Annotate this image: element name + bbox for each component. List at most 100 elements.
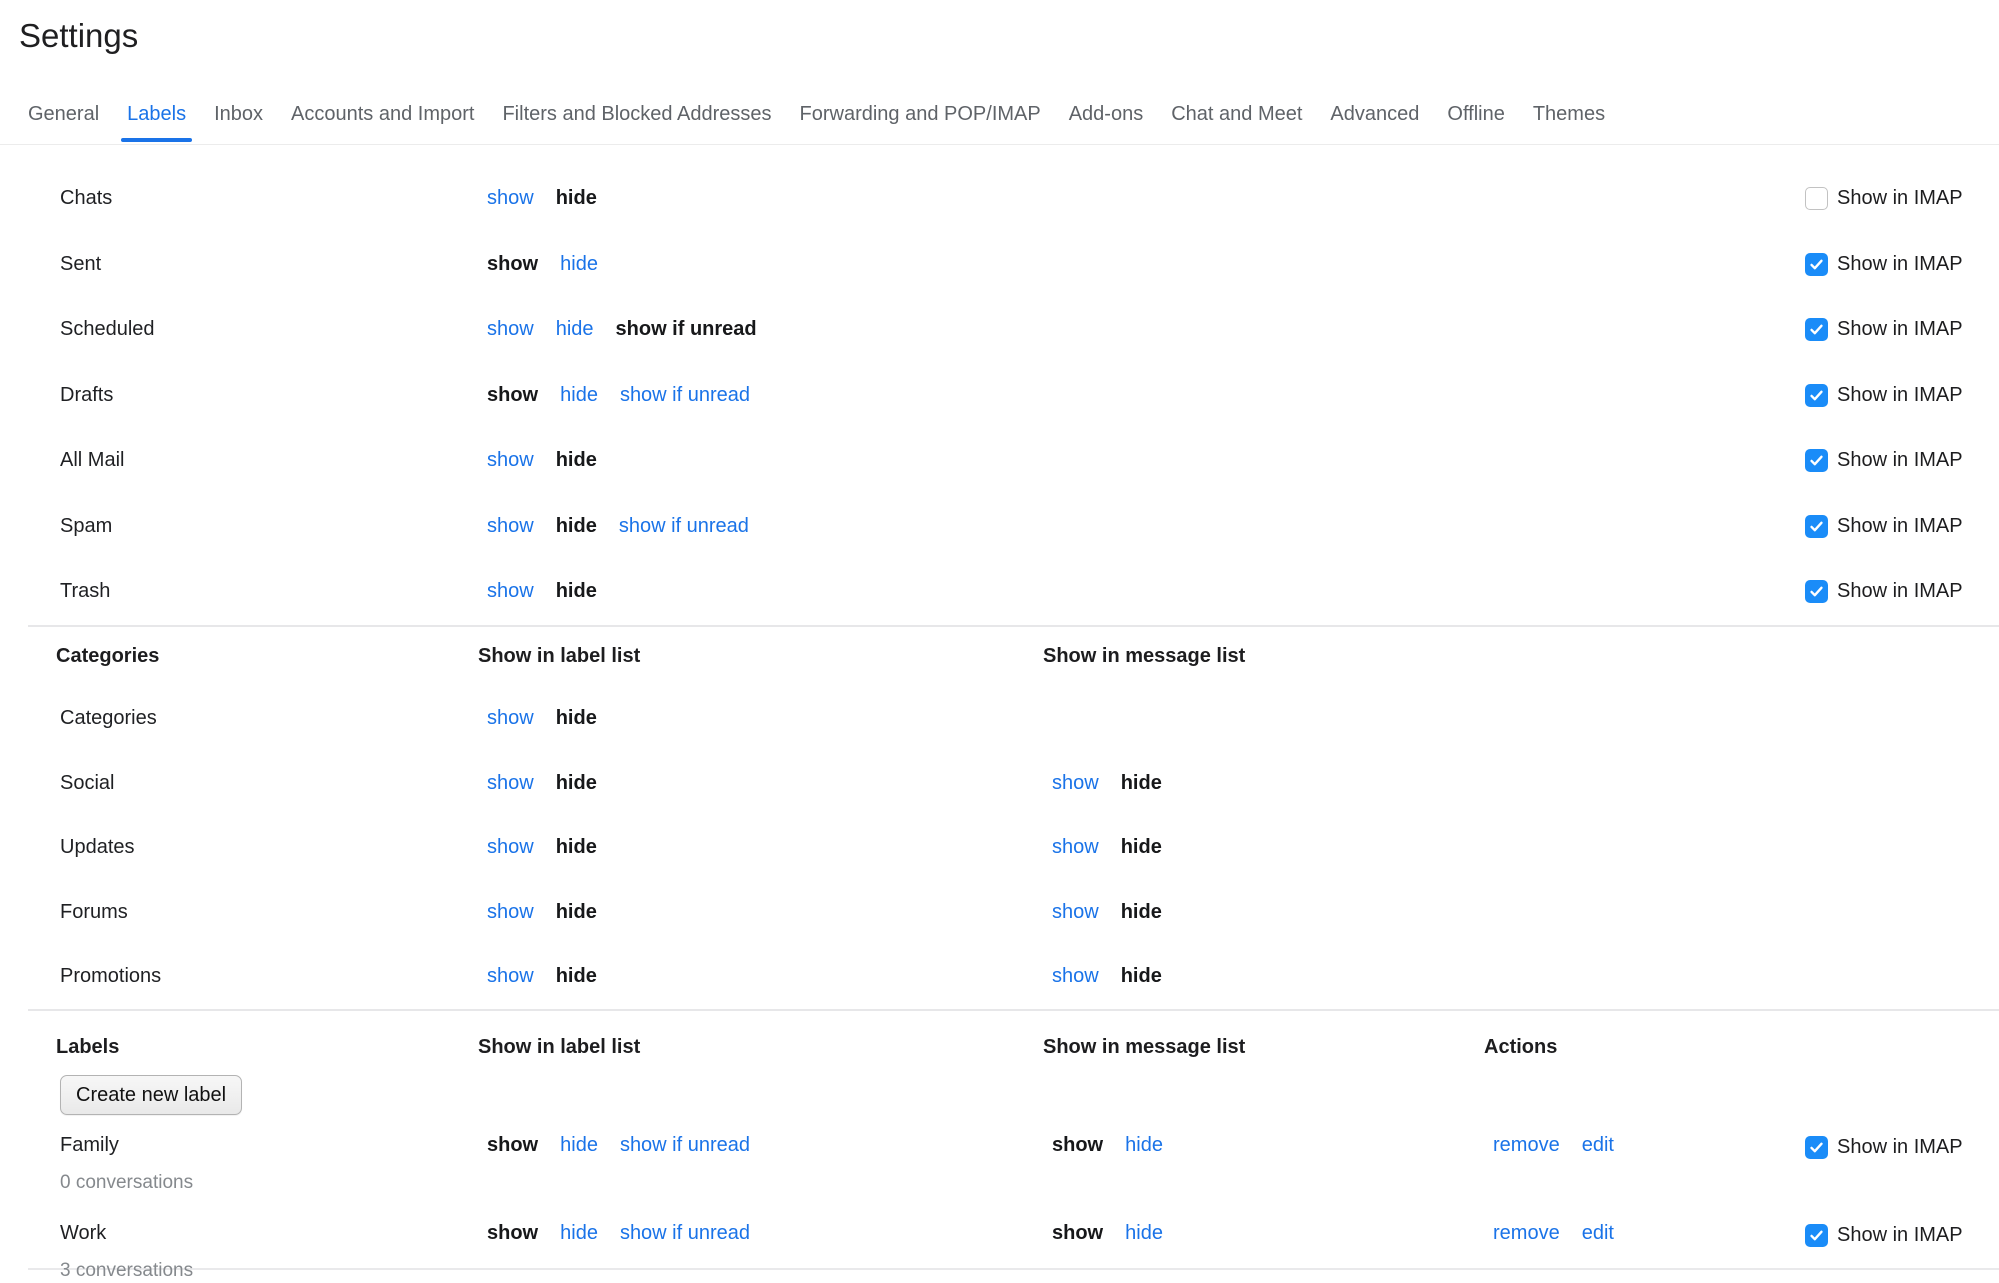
- spam-label-list-show-link[interactable]: show: [487, 515, 534, 538]
- row-label-updates: Updates: [60, 836, 478, 859]
- family-message-list-hide-link[interactable]: hide: [1125, 1131, 1163, 1159]
- tab-general[interactable]: General: [28, 84, 99, 144]
- updates-label-list-hide-selected: hide: [556, 836, 597, 859]
- user-label-row-family: Family0 conversationsshowhideshow if unr…: [0, 1125, 1999, 1195]
- show-in-imap-label: Show in IMAP: [1837, 449, 1963, 472]
- scheduled-label-list-show-link[interactable]: show: [487, 318, 534, 341]
- system-label-row-trash: TrashshowhideShow in IMAP: [0, 559, 1999, 625]
- work-message-list-show-selected: show: [1052, 1219, 1103, 1247]
- category-row-updates: Updatesshowhideshowhide: [0, 816, 1999, 881]
- unchecked-checkbox-icon[interactable]: [1805, 187, 1828, 210]
- system-label-row-all-mail: All MailshowhideShow in IMAP: [0, 428, 1999, 494]
- family-label-list-hide-link[interactable]: hide: [560, 1131, 598, 1159]
- tab-offline[interactable]: Offline: [1447, 84, 1504, 144]
- work-action-remove-link[interactable]: remove: [1493, 1219, 1560, 1247]
- tab-chat-and-meet[interactable]: Chat and Meet: [1171, 84, 1302, 144]
- family-label-list-show-if-unread-link[interactable]: show if unread: [620, 1131, 750, 1159]
- drafts-label-list-show-selected: show: [487, 384, 538, 407]
- family-label-list-show-selected: show: [487, 1131, 538, 1159]
- system-labels-section: ChatsshowhideShow in IMAPSentshowhideSho…: [0, 145, 1999, 625]
- tab-filters-and-blocked-addresses[interactable]: Filters and Blocked Addresses: [502, 84, 771, 144]
- row-label-scheduled: Scheduled: [60, 318, 478, 341]
- family-action-options: remove edit: [1493, 1131, 1805, 1159]
- family-action-edit-link[interactable]: edit: [1582, 1131, 1614, 1159]
- categories-header-title: Categories: [56, 645, 478, 668]
- tab-themes[interactable]: Themes: [1533, 84, 1605, 144]
- work-label-list-hide-link[interactable]: hide: [560, 1219, 598, 1247]
- checked-checkbox-icon[interactable]: [1805, 449, 1828, 472]
- checked-checkbox-icon[interactable]: [1805, 384, 1828, 407]
- spam-label-list-options: showhideshow if unread: [487, 515, 1043, 538]
- spam-label-list-show-if-unread-link[interactable]: show if unread: [619, 515, 749, 538]
- system-label-row-chats: ChatsshowhideShow in IMAP: [0, 166, 1999, 232]
- categories-label-list-show-link[interactable]: show: [487, 707, 534, 730]
- forums-label-list-show-link[interactable]: show: [487, 901, 534, 924]
- drafts-show-in-imap[interactable]: Show in IMAP: [1805, 384, 1999, 407]
- updates-label-list-show-link[interactable]: show: [487, 836, 534, 859]
- system-label-row-drafts: Drafts show hide show if unread Show in IMAP: [0, 363, 1999, 429]
- tab-labels[interactable]: Labels: [127, 84, 186, 144]
- social-message-list-options: showhide: [1052, 772, 1484, 795]
- row-label-drafts: Drafts: [60, 384, 478, 407]
- tab-accounts-and-import[interactable]: Accounts and Import: [291, 84, 474, 144]
- family-show-in-imap[interactable]: Show in IMAP: [1805, 1133, 1999, 1161]
- user-labels-rows: Family0 conversationsshowhideshow if unr…: [0, 1125, 1999, 1283]
- all-mail-label-list-hide-selected: hide: [556, 449, 597, 472]
- updates-message-list-options: showhide: [1052, 836, 1484, 859]
- labels-header-row: Labels Show in label list Show in messag…: [0, 1011, 1999, 1075]
- sent-label-list-options: showhide: [487, 253, 1043, 276]
- tab-forwarding-and-pop-imap[interactable]: Forwarding and POP/IMAP: [800, 84, 1041, 144]
- show-in-imap-label: Show in IMAP: [1837, 515, 1963, 538]
- trash-label-list-show-link[interactable]: show: [487, 580, 534, 603]
- work-label-list-options: showhideshow if unread: [487, 1219, 1043, 1247]
- all-mail-label-list-show-link[interactable]: show: [487, 449, 534, 472]
- family-action-remove-link[interactable]: remove: [1493, 1131, 1560, 1159]
- checked-checkbox-icon[interactable]: [1805, 515, 1828, 538]
- labels-header-actions: Actions: [1484, 1036, 1805, 1059]
- promotions-message-list-show-link[interactable]: show: [1052, 965, 1099, 988]
- scheduled-label-list-hide-link[interactable]: hide: [556, 318, 594, 341]
- promotions-label-list-show-link[interactable]: show: [487, 965, 534, 988]
- forums-label-list-options: showhide: [487, 901, 1043, 924]
- create-new-label-button[interactable]: Create new label: [60, 1075, 242, 1115]
- category-row-categories: Categoriesshowhide: [0, 687, 1999, 752]
- drafts-label-list-show-if-unread-link[interactable]: show if unread: [620, 384, 750, 407]
- labels-settings-panel: ChatsshowhideShow in IMAPSentshowhideSho…: [0, 145, 1999, 1283]
- checked-checkbox-icon[interactable]: [1805, 1224, 1828, 1247]
- updates-message-list-show-link[interactable]: show: [1052, 836, 1099, 859]
- drafts-label-list-hide-link[interactable]: hide: [560, 384, 598, 407]
- spam-show-in-imap[interactable]: Show in IMAP: [1805, 515, 1999, 538]
- work-action-edit-link[interactable]: edit: [1582, 1219, 1614, 1247]
- chats-label-list-show-link[interactable]: show: [487, 187, 534, 210]
- settings-tabs: General Labels Inbox Accounts and Import Fil…: [0, 84, 1999, 145]
- sent-label-list-hide-link[interactable]: hide: [560, 253, 598, 276]
- chats-show-in-imap[interactable]: Show in IMAP: [1805, 187, 1999, 210]
- scheduled-show-in-imap[interactable]: Show in IMAP: [1805, 318, 1999, 341]
- tab-add-ons[interactable]: Add-ons: [1069, 84, 1144, 144]
- checked-checkbox-icon[interactable]: [1805, 1136, 1828, 1159]
- categories-header-row: Categories Show in label list Show in me…: [0, 627, 1999, 687]
- show-in-imap-label: Show in IMAP: [1837, 253, 1963, 276]
- work-label-list-show-if-unread-link[interactable]: show if unread: [620, 1219, 750, 1247]
- tab-inbox[interactable]: Inbox: [214, 84, 263, 144]
- forums-message-list-show-link[interactable]: show: [1052, 901, 1099, 924]
- drafts-label-list-options: show hide show if unread: [487, 384, 1043, 407]
- system-label-row-spam: Spamshowhideshow if unreadShow in IMAP: [0, 494, 1999, 560]
- work-show-in-imap[interactable]: Show in IMAP: [1805, 1221, 1999, 1249]
- sent-show-in-imap[interactable]: Show in IMAP: [1805, 253, 1999, 276]
- promotions-message-list-hide-selected: hide: [1121, 965, 1162, 988]
- social-label-list-show-link[interactable]: show: [487, 772, 534, 795]
- checked-checkbox-icon[interactable]: [1805, 318, 1828, 341]
- checked-checkbox-icon[interactable]: [1805, 253, 1828, 276]
- trash-show-in-imap[interactable]: Show in IMAP: [1805, 580, 1999, 603]
- tab-advanced[interactable]: Advanced: [1330, 84, 1419, 144]
- social-message-list-show-link[interactable]: show: [1052, 772, 1099, 795]
- label-name-block-work: Work3 conversations: [60, 1219, 478, 1283]
- promotions-label-list-hide-selected: hide: [556, 965, 597, 988]
- show-in-imap-label: Show in IMAP: [1837, 1133, 1963, 1161]
- work-message-list-hide-link[interactable]: hide: [1125, 1219, 1163, 1247]
- all-mail-show-in-imap[interactable]: Show in IMAP: [1805, 449, 1999, 472]
- checked-checkbox-icon[interactable]: [1805, 580, 1828, 603]
- all-mail-label-list-options: show hide: [487, 449, 1043, 472]
- updates-label-list-options: show hide: [487, 836, 1043, 859]
